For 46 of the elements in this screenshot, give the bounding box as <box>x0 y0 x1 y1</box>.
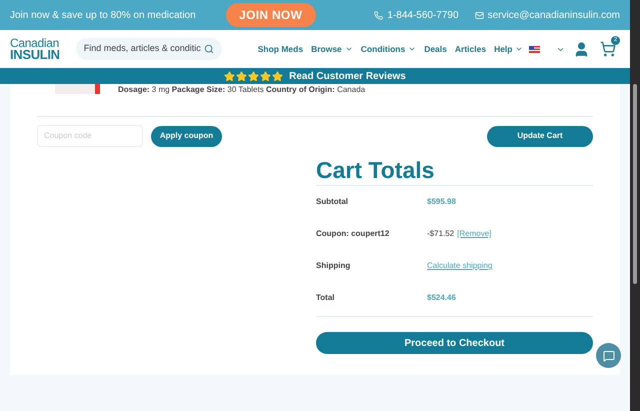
calculate-shipping-link[interactable]: Calculate shipping <box>427 260 492 272</box>
apply-coupon-button[interactable]: Apply coupon <box>151 126 222 146</box>
amount-value: $524.46 <box>427 292 456 304</box>
chevron-icon <box>344 45 353 53</box>
star-icon <box>236 70 248 82</box>
product-details: Dosage: 3 mg Package Size: 30 Tablets Country of Origin: Canada <box>118 84 366 96</box>
star-icon <box>260 70 272 82</box>
product-image <box>55 84 100 94</box>
chevron-icon <box>408 45 416 53</box>
join-now-button[interactable]: JOIN NOW <box>226 3 316 27</box>
star-icon <box>224 70 236 82</box>
cart-totals-title: Cart Totals <box>316 157 593 186</box>
scrollbar[interactable] <box>630 0 640 411</box>
promo-text: Join now & save up to 80% on medication <box>10 8 196 22</box>
chevron-icon <box>515 45 524 53</box>
logo-bottom[interactable]: INSULIN <box>10 49 60 61</box>
search-icon[interactable] <box>204 44 214 54</box>
nav-link[interactable]: Browse <box>311 42 353 56</box>
discount-value: -$71.52 <box>427 228 454 240</box>
flag-icon[interactable] <box>529 46 540 52</box>
nav-link[interactable]: Conditions <box>360 42 416 56</box>
row-label: Subtotal <box>316 196 349 208</box>
star-icon <box>272 70 284 82</box>
search-box[interactable]: Find meds, articles & conditic <box>76 38 222 60</box>
mail-icon <box>474 10 484 20</box>
update-cart-button[interactable]: Update Cart <box>487 126 593 146</box>
nav-link[interactable]: Deals <box>424 42 447 56</box>
checkout-button[interactable]: Proceed to Checkout <box>316 332 593 354</box>
row-label: Total <box>316 292 336 304</box>
cart-icon[interactable] <box>600 41 616 57</box>
search-field[interactable]: Find meds, articles & conditic <box>84 42 204 56</box>
row-label: Coupon: coupert12 <box>316 228 390 240</box>
nav-link[interactable]: Help <box>494 42 524 56</box>
email-link[interactable]: service@canadianinsulin.com <box>488 8 620 22</box>
nav-link[interactable]: Articles <box>454 42 486 56</box>
phone-number[interactable]: 1-844-560-7790 <box>387 8 459 22</box>
row-label: Shipping <box>316 260 352 272</box>
phone-icon <box>374 10 384 20</box>
reviews-link[interactable]: Read Customer Reviews <box>289 68 406 84</box>
chat-icon <box>602 350 614 362</box>
star-icon <box>248 70 260 82</box>
amount-value: $595.98 <box>427 196 456 208</box>
nav-link[interactable]: Shop Meds <box>258 42 304 56</box>
account-icon[interactable] <box>573 40 590 58</box>
logo-top[interactable]: Canadian <box>10 37 60 49</box>
remove-link[interactable]: [Remove] <box>457 228 492 240</box>
